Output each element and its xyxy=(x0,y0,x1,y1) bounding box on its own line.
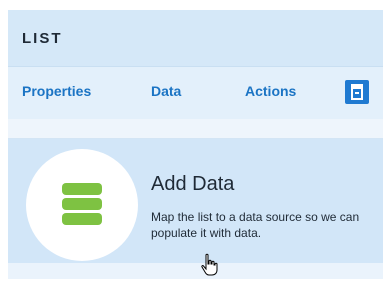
panel-toggle-button[interactable] xyxy=(345,80,369,104)
panel-title: LIST xyxy=(22,30,63,47)
panel-toggle-icon xyxy=(351,84,363,100)
hand-pointer-icon xyxy=(200,253,220,277)
add-data-title: Add Data xyxy=(151,173,235,195)
icon-circle xyxy=(26,149,138,261)
panel-header: LIST xyxy=(8,10,383,66)
spacer xyxy=(8,119,383,139)
database-icon xyxy=(62,183,102,225)
add-data-card[interactable]: Add Data Map the list to a data source s… xyxy=(8,139,383,263)
tab-actions[interactable]: Actions xyxy=(245,83,296,99)
tab-data[interactable]: Data xyxy=(151,83,181,99)
list-panel: LIST Properties Data Actions Add Data Ma… xyxy=(8,10,383,279)
bottom-strip xyxy=(8,263,383,279)
add-data-description: Map the list to a data source so we can … xyxy=(151,210,360,240)
tab-properties[interactable]: Properties xyxy=(22,83,91,99)
tab-bar: Properties Data Actions xyxy=(8,66,383,120)
